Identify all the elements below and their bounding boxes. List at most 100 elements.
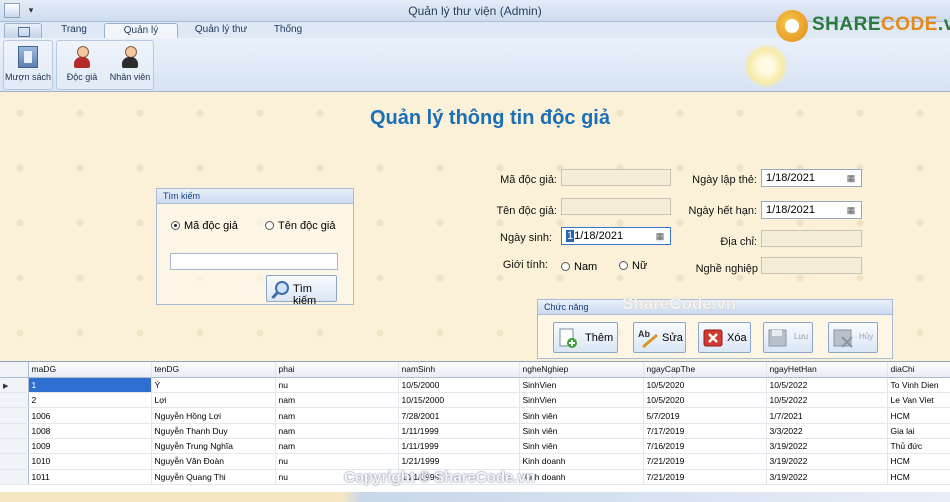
calendar-dropdown-icon[interactable] [652,230,668,242]
radio-nam[interactable]: Nam [561,261,597,273]
row-header[interactable] [0,407,29,424]
table-cell[interactable]: nam [275,438,399,455]
table-cell[interactable]: 10/5/2000 [398,377,520,394]
row-header[interactable] [0,469,29,485]
table-row[interactable]: 1006 Nguyễn Hồng Lợi nam 7/28/2001 Sinh viên… [0,407,950,424]
table-cell[interactable]: HCM [887,407,950,424]
table-cell[interactable]: 5/7/2019 [643,407,767,424]
ma-doc-gia-input[interactable] [561,169,671,186]
table-cell[interactable]: 1009 [28,438,152,455]
column-header[interactable]: ngayCapThe [643,362,767,378]
row-header[interactable] [0,423,29,439]
radio-search-by-id[interactable]: Mã độc giả [171,220,238,232]
search-input[interactable] [170,253,338,270]
table-cell[interactable]: SinhVien [519,392,644,409]
table-cell[interactable]: 3/19/2022 [766,453,888,470]
table-cell[interactable]: Le Van Viet [887,392,950,409]
table-cell[interactable]: 2 [28,392,152,409]
table-row[interactable]: ▶ 1 Ýnu 10/5/2000 SinhVien 10/5/2020 10/5/2022… [0,377,950,394]
table-cell[interactable]: 7/17/2019 [643,423,767,439]
calendar-dropdown-icon[interactable] [843,172,859,184]
table-cell[interactable]: 7/28/2001 [398,407,520,424]
table-cell[interactable]: 7/21/2019 [643,469,767,485]
row-header[interactable] [0,438,29,455]
table-cell[interactable]: 10/5/2022 [766,392,888,409]
radio-search-by-name[interactable]: Tên độc giả [265,220,335,232]
column-header[interactable]: namSinh [398,362,520,378]
xoa-button[interactable]: Xóa [698,322,751,353]
table-row[interactable]: 1008 Nguyễn Thanh Duy nam 1/11/1999 Sinh viê… [0,423,950,439]
table-cell[interactable]: 1 [28,377,152,394]
table-cell[interactable]: nu [275,453,399,470]
table-cell[interactable]: nu [275,377,399,394]
ngay-het-han-datepicker[interactable]: 1/18/2021 [761,201,862,219]
tab-trang-chu[interactable]: Trang chủ [46,23,102,49]
column-header[interactable]: tenDG [151,362,276,378]
table-cell[interactable]: Ý [151,377,276,394]
table-cell[interactable]: 1/11/1999 [398,423,520,439]
muon-sach-button[interactable]: Mượn sách [5,43,51,89]
table-cell[interactable]: HCM [887,469,950,485]
table-cell[interactable]: Kinh doanh [519,469,644,485]
table-row[interactable]: 1010 Nguyễn Văn Đoàn nu 1/21/1999 Kinh doanh… [0,453,950,470]
table-cell[interactable]: Sinh viên [519,423,644,439]
table-cell[interactable]: 10/5/2020 [643,377,767,394]
nghe-nghiep-input[interactable] [761,257,862,274]
table-cell[interactable]: 1/21/1999 [398,453,520,470]
doc-gia-button[interactable]: Độc giả [59,43,105,89]
table-cell[interactable]: HCM [887,453,950,470]
table-cell[interactable]: Gia lai [887,423,950,439]
table-cell[interactable]: 1/7/2021 [766,407,888,424]
table-cell[interactable]: 1010 [28,453,152,470]
table-cell[interactable]: Nguyễn Trung Nghĩa [151,438,276,455]
tab-thong-ke[interactable]: Thống kê [264,23,312,49]
application-button[interactable] [4,23,42,38]
sua-button[interactable]: Ab Sửa [633,322,686,353]
table-cell[interactable]: Kinh doanh [519,453,644,470]
table-cell[interactable]: 1006 [28,407,152,424]
radio-nu[interactable]: Nữ [619,260,647,272]
table-cell[interactable]: 1011 [28,469,152,485]
column-header[interactable]: maDG [28,362,152,378]
ngay-sinh-datepicker[interactable]: 11/18/2021 [561,227,671,245]
ngay-lap-the-datepicker[interactable]: 1/18/2021 [761,169,862,187]
ten-doc-gia-input[interactable] [561,198,671,215]
table-cell[interactable]: Nguyễn Văn Đoàn [151,453,276,470]
table-cell[interactable]: 10/5/2022 [766,377,888,394]
calendar-dropdown-icon[interactable] [843,204,859,216]
table-cell[interactable]: 1/11/1999 [398,438,520,455]
table-cell[interactable]: To Vinh Dien [887,377,950,394]
table-cell[interactable]: 10/5/2020 [643,392,767,409]
table-cell[interactable]: 7/21/2019 [643,453,767,470]
row-header[interactable] [0,453,29,470]
table-cell[interactable]: Nguyễn Hồng Lợi [151,407,276,424]
column-header[interactable]: ngheNghiep [519,362,644,378]
table-cell[interactable]: 3/3/2022 [766,423,888,439]
row-header[interactable]: ▶ [0,377,29,394]
search-button[interactable]: Tìm kiếm [266,275,337,307]
table-cell[interactable]: 7/16/2019 [643,438,767,455]
row-header[interactable] [0,392,29,409]
them-button[interactable]: Thêm [553,322,618,353]
table-cell[interactable]: 1008 [28,423,152,439]
table-cell[interactable]: 3/19/2022 [766,469,888,485]
table-cell[interactable]: 10/15/2000 [398,392,520,409]
column-header[interactable]: ngayHetHan [766,362,888,378]
table-cell[interactable]: Thủ đức [887,438,950,455]
table-cell[interactable]: nam [275,423,399,439]
table-cell[interactable]: SinhVien [519,377,644,394]
luu-button[interactable]: Lưu [763,322,813,353]
tab-quan-ly-thu-vien[interactable]: Quản lý thư viện [184,23,258,49]
table-cell[interactable]: Sinh viên [519,407,644,424]
huy-button[interactable]: Hủy [828,322,878,353]
table-cell[interactable]: nam [275,407,399,424]
column-header[interactable]: phai [275,362,399,378]
table-cell[interactable]: Sinh viên [519,438,644,455]
table-row[interactable]: 2 Lợi nam 10/15/2000 SinhVien 10/5/2020 10/5/2… [0,392,950,409]
dia-chi-input[interactable] [761,230,862,247]
column-header[interactable]: diaChi [887,362,950,378]
table-cell[interactable]: 3/19/2022 [766,438,888,455]
table-cell[interactable]: Nguyễn Thanh Duy [151,423,276,439]
table-cell[interactable]: Nguyễn Quang Thi [151,469,276,485]
tab-quan-ly-thong-tin[interactable]: Quản lý thông tin [104,23,178,50]
